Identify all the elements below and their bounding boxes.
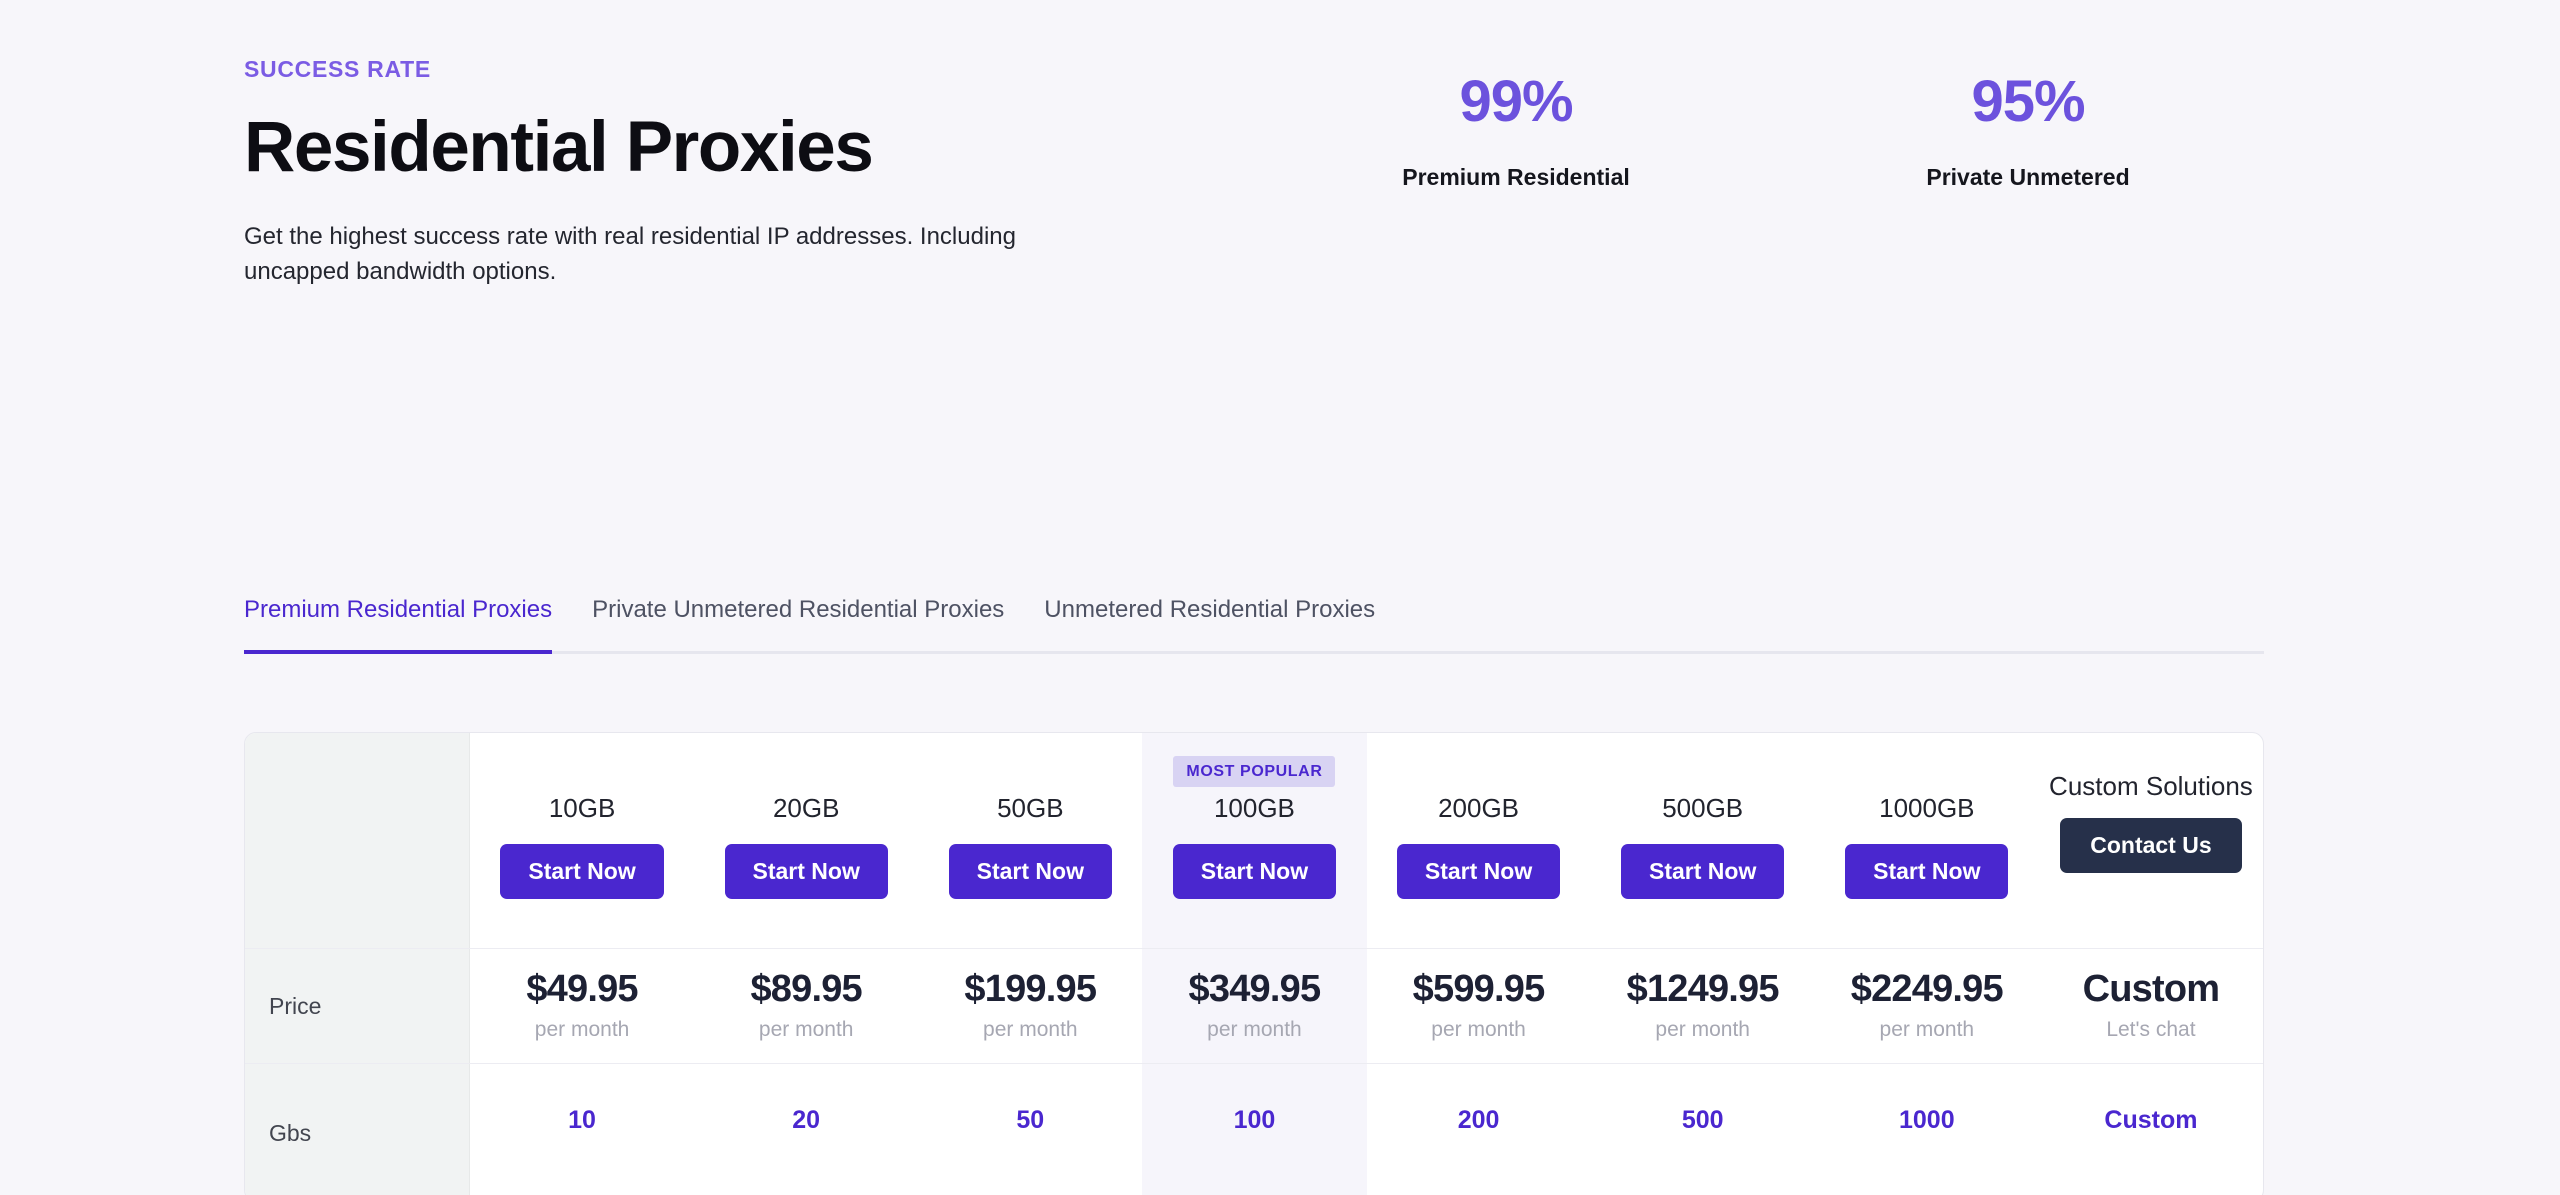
price-amount: $2249.95 xyxy=(1850,967,2004,1010)
page-title: Residential Proxies xyxy=(244,107,874,187)
price-period: per month xyxy=(1879,1018,1975,1042)
start-now-button[interactable]: Start Now xyxy=(724,844,888,899)
contact-us-button[interactable]: Contact Us xyxy=(2060,818,2242,873)
start-now-button[interactable]: Start Now xyxy=(1845,844,2009,899)
gbs-value: 1000 xyxy=(1899,1106,1955,1134)
plan-column-500gb: 500GB Start Now xyxy=(1591,733,1815,948)
start-now-button[interactable]: Start Now xyxy=(948,844,1112,899)
price-amount: Custom xyxy=(2082,967,2220,1010)
plan-name: 100GB xyxy=(1213,793,1295,823)
stat-premium-residential: 99% Premium Residential xyxy=(1356,70,1676,191)
row-label-price: Price xyxy=(245,949,470,1063)
hero-subtitle: Get the highest success rate with real r… xyxy=(244,223,1016,286)
gbs-cell-1000gb: 1000 xyxy=(1815,1064,2039,1195)
price-amount: $199.95 xyxy=(964,967,1097,1010)
plan-column-1000gb: 1000GB Start Now xyxy=(1815,733,2039,948)
tab-private-unmetered-residential-proxies[interactable]: Private Unmetered Residential Proxies xyxy=(592,596,1004,654)
plan-category-tabs: Premium Residential Proxies Private Unme… xyxy=(244,596,2264,654)
price-period: per month xyxy=(1431,1018,1526,1042)
gbs-value: 20 xyxy=(792,1106,821,1134)
plan-column-20gb: 20GB Start Now xyxy=(694,733,918,948)
price-period: per month xyxy=(758,1018,854,1042)
price-cell-10gb: $49.95 per month xyxy=(470,949,694,1063)
price-cell-1000gb: $2249.95 per month xyxy=(1815,949,2039,1063)
start-now-button[interactable]: Start Now xyxy=(1396,844,1561,899)
plan-column-custom-solutions: Custom Solutions Contact Us xyxy=(2039,733,2263,948)
gbs-value: 500 xyxy=(1681,1106,1724,1134)
price-amount: $349.95 xyxy=(1188,967,1322,1010)
price-cell-custom-solutions: Custom Let's chat xyxy=(2039,949,2263,1063)
tab-premium-residential-proxies[interactable]: Premium Residential Proxies xyxy=(244,596,553,654)
price-cell-50gb: $199.95 per month xyxy=(918,949,1142,1063)
row-label-gbs: Gbs xyxy=(245,1064,470,1195)
pricing-header-row: 10GB Start Now 20GB Start Now 50GB Start… xyxy=(245,733,2263,948)
plan-column-10gb: 10GB Start Now xyxy=(470,733,694,948)
gbs-cell-10gb: 10 xyxy=(470,1064,694,1195)
plan-name: 50GB xyxy=(997,793,1064,823)
row-label-header xyxy=(245,733,470,948)
price-period: per month xyxy=(1655,1018,1750,1042)
price-cell-100gb: $349.95 per month xyxy=(1142,949,1367,1063)
gbs-value: Custom xyxy=(2104,1106,2198,1134)
stat-private-unmetered: 95% Private Unmetered xyxy=(1868,70,2188,191)
price-cell-500gb: $1249.95 per month xyxy=(1591,949,1815,1063)
plan-name: 1000GB xyxy=(1879,793,1975,823)
gbs-value: 100 xyxy=(1233,1106,1276,1134)
plan-name: 20GB xyxy=(772,793,840,823)
stat-value: 99% xyxy=(1459,69,1573,134)
most-popular-badge: MOST POPULAR xyxy=(1173,756,1336,787)
stat-label: Premium Residential xyxy=(1402,163,1630,190)
price-period: per month xyxy=(983,1018,1078,1042)
hero-section: SUCCESS RATE Residential Proxies Get the… xyxy=(244,56,2264,290)
price-cell-20gb: $89.95 per month xyxy=(694,949,918,1063)
pricing-header-cells: 10GB Start Now 20GB Start Now 50GB Start… xyxy=(470,733,2263,948)
price-period: Let's chat xyxy=(2106,1018,2196,1042)
pricing-gbs-cells: 10 20 50 100 200 500 1000 Custom xyxy=(470,1064,2263,1195)
plan-name: Custom Solutions xyxy=(2049,771,2253,801)
gbs-cell-20gb: 20 xyxy=(694,1064,918,1195)
price-amount: $49.95 xyxy=(526,967,638,1010)
plan-column-200gb: 200GB Start Now xyxy=(1367,733,1591,948)
pricing-gbs-row: Gbs 10 20 50 100 200 500 1000 Custom xyxy=(245,1063,2263,1195)
hero-stats: 99% Premium Residential 95% Private Unme… xyxy=(1356,70,2188,191)
start-now-button[interactable]: Start Now xyxy=(1172,844,1337,899)
start-now-button[interactable]: Start Now xyxy=(1621,844,1785,899)
gbs-cell-200gb: 200 xyxy=(1367,1064,1591,1195)
gbs-value: 50 xyxy=(1016,1106,1045,1134)
gbs-cell-100gb: 100 xyxy=(1142,1064,1367,1195)
tab-unmetered-residential-proxies[interactable]: Unmetered Residential Proxies xyxy=(1044,596,1375,654)
plan-name: 200GB xyxy=(1438,793,1520,823)
price-amount: $599.95 xyxy=(1412,967,1546,1010)
gbs-cell-custom-solutions: Custom xyxy=(2039,1064,2263,1195)
pricing-page: SUCCESS RATE Residential Proxies Get the… xyxy=(0,0,2560,1195)
price-amount: $1249.95 xyxy=(1626,967,1780,1010)
gbs-value: 10 xyxy=(568,1106,596,1134)
plan-name: 500GB xyxy=(1662,793,1744,823)
pricing-price-row: Price $49.95 per month $89.95 per month … xyxy=(245,948,2263,1063)
hero-eyebrow: SUCCESS RATE xyxy=(244,56,431,82)
plan-column-50gb: 50GB Start Now xyxy=(918,733,1142,948)
price-period: per month xyxy=(1207,1018,1302,1042)
price-amount: $89.95 xyxy=(750,967,862,1010)
start-now-button[interactable]: Start Now xyxy=(500,844,664,899)
gbs-value: 200 xyxy=(1457,1106,1500,1134)
gbs-cell-50gb: 50 xyxy=(918,1064,1142,1195)
stat-label: Private Unmetered xyxy=(1926,163,2130,190)
plan-column-100gb: MOST POPULAR 100GB Start Now xyxy=(1142,733,1367,948)
price-cell-200gb: $599.95 per month xyxy=(1367,949,1591,1063)
pricing-price-cells: $49.95 per month $89.95 per month $199.9… xyxy=(470,949,2263,1063)
pricing-table: 10GB Start Now 20GB Start Now 50GB Start… xyxy=(244,732,2264,1195)
stat-value: 95% xyxy=(1971,69,2085,134)
price-period: per month xyxy=(534,1018,630,1042)
gbs-cell-500gb: 500 xyxy=(1591,1064,1815,1195)
hero-text-block: SUCCESS RATE Residential Proxies Get the… xyxy=(244,56,1144,290)
plan-name: 10GB xyxy=(548,793,616,823)
